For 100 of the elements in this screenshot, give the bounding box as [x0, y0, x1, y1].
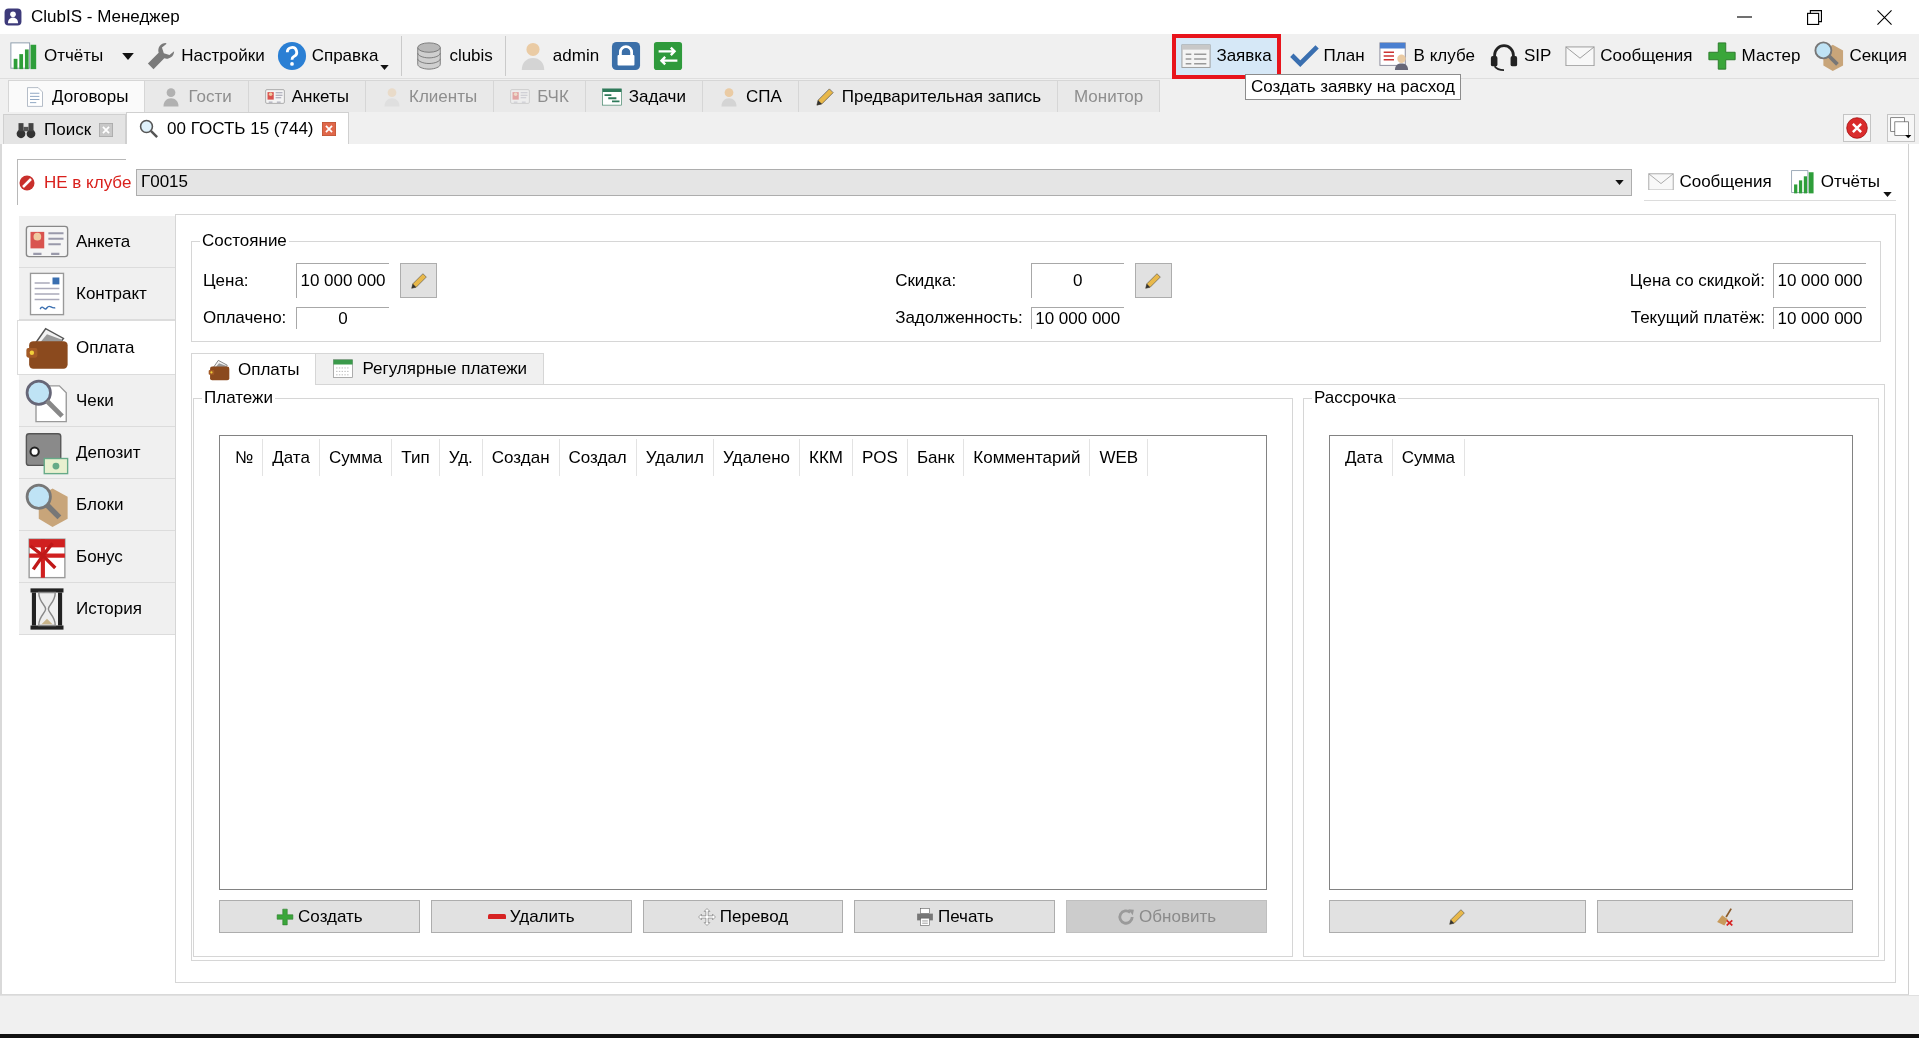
bar-chart-icon [9, 41, 39, 71]
value-field[interactable]: 10 000 000 [296, 263, 389, 298]
action-button[interactable]: Перевод [642, 900, 844, 933]
sidebar-item[interactable]: Анкета [19, 216, 175, 268]
toolbar-button[interactable]: Секция [1808, 40, 1913, 72]
sidebar-item[interactable]: Бонус [19, 531, 175, 583]
toolbar-button[interactable]: Сообщения [1644, 163, 1776, 200]
action-button[interactable] [1596, 900, 1853, 933]
tab[interactable]: Регулярные платежи [315, 353, 545, 384]
close-icon[interactable] [321, 121, 336, 136]
minus-icon [487, 913, 506, 920]
field-label: Задолженность: [895, 308, 1024, 328]
column-header: Создал [559, 439, 637, 476]
sidebar-item[interactable]: Оплата [17, 320, 175, 375]
action-button[interactable] [1329, 900, 1586, 933]
plus-icon [1706, 41, 1737, 71]
value-field[interactable]: 10 000 000 [1030, 307, 1124, 329]
column-header: Уд. [439, 439, 483, 476]
toolbar-button[interactable]: Сообщения [1559, 40, 1699, 72]
id-card-icon [264, 89, 285, 104]
refresh-icon [1117, 907, 1136, 926]
bar-chart-icon [1789, 168, 1816, 195]
toolbar-button[interactable]: Отчёты [3, 36, 141, 76]
value-field[interactable]: 0 [296, 307, 389, 329]
column-header: Удалено [714, 439, 801, 476]
toolbar-button[interactable]: admin [511, 36, 606, 76]
user-icon [382, 86, 402, 107]
edit-button[interactable] [1134, 263, 1172, 298]
edit-button[interactable] [400, 263, 437, 298]
magnifier-box-icon [1814, 41, 1845, 71]
close-document-button[interactable] [1843, 114, 1871, 142]
sidebar-item[interactable]: Чеки [19, 375, 175, 427]
sidebar-item[interactable]: История [19, 583, 175, 635]
tab[interactable]: Задачи [584, 80, 703, 112]
group-title: Рассрочка [1313, 388, 1397, 408]
envelope-icon [1648, 172, 1675, 191]
magnifier-document-icon [25, 378, 69, 423]
client-status: НЕ в клубе [44, 172, 132, 193]
gantt-chart-icon [601, 86, 622, 107]
tab[interactable]: Оплаты [191, 353, 317, 385]
sidebar-item[interactable]: Блоки [19, 479, 175, 531]
sidebar-item[interactable]: Депозит [19, 427, 175, 479]
caret-icon [1615, 179, 1625, 185]
column-header: Тип [392, 439, 440, 476]
tab[interactable]: СПА [701, 80, 799, 112]
toolbar-button[interactable]: Отчёты [1785, 163, 1896, 200]
action-button[interactable]: Создать [219, 900, 420, 933]
pencil-icon [1448, 907, 1467, 926]
magnifier-icon [139, 118, 160, 139]
tab[interactable]: Анкеты [247, 80, 366, 112]
value-field[interactable]: 10 000 000 [1773, 307, 1866, 329]
document-icon [25, 86, 45, 107]
printer-icon [915, 907, 934, 926]
tab[interactable]: Предварительная запись [797, 80, 1058, 112]
id-card-icon [510, 89, 531, 104]
wrench-icon [146, 41, 177, 71]
id-card-icon [25, 225, 69, 258]
safe-icon [25, 430, 69, 475]
column-header: Комментарий [964, 439, 1091, 476]
envelope-icon [1565, 45, 1596, 67]
window-list-button[interactable] [1887, 114, 1915, 142]
caret-icon [122, 52, 135, 60]
document-tab[interactable]: Поиск [3, 114, 127, 144]
broom-icon [1715, 907, 1734, 926]
field-label: Цена: [203, 270, 250, 291]
wallet-icon [208, 358, 230, 381]
column-header: Сумма [319, 439, 393, 476]
action-button[interactable]: Печать [854, 900, 1056, 933]
column-header: Дата [1336, 439, 1393, 476]
calendar-person-icon [1378, 41, 1409, 71]
list-icon [1181, 43, 1212, 69]
field-label: Оплачено: [203, 308, 288, 328]
value-field[interactable]: 10 000 000 [1773, 263, 1866, 298]
client-combo[interactable]: Г0015 [136, 168, 1633, 196]
toolbar-button[interactable]: Заявка [1172, 33, 1281, 79]
lock-icon [611, 41, 642, 71]
document-tab[interactable]: 00 ГОСТЬ 15 (744) [126, 112, 349, 144]
minimize-icon [1736, 16, 1752, 18]
toolbar-button[interactable]: clubis [408, 36, 499, 76]
move-arrows-icon [697, 907, 716, 926]
column-header: Банк [907, 439, 965, 476]
toolbar-button[interactable]: Справка [270, 36, 396, 76]
column-header: Создан [482, 439, 560, 476]
group-title: Состояние [201, 231, 288, 251]
sidebar-item[interactable]: Контракт [19, 268, 175, 320]
toolbar-button[interactable]: SIP [1482, 40, 1558, 72]
window-title: ClubIS - Менеджер [31, 7, 180, 27]
action-button[interactable]: Удалить [430, 900, 632, 933]
toolbar-button[interactable]: План [1282, 40, 1371, 72]
magnifier-box-icon [25, 482, 69, 527]
tab[interactable]: Договоры [8, 80, 146, 112]
plus-icon [276, 907, 295, 926]
value-field[interactable]: 0 [1030, 263, 1124, 298]
no-entry-icon [19, 174, 35, 191]
pencil-icon [814, 86, 835, 107]
toolbar-button[interactable]: Мастер [1700, 40, 1807, 72]
close-icon[interactable] [99, 122, 114, 137]
toolbar-button[interactable]: Настройки [140, 36, 271, 76]
swap-arrows-icon [653, 41, 684, 71]
toolbar-button[interactable]: В клубе [1372, 40, 1481, 72]
